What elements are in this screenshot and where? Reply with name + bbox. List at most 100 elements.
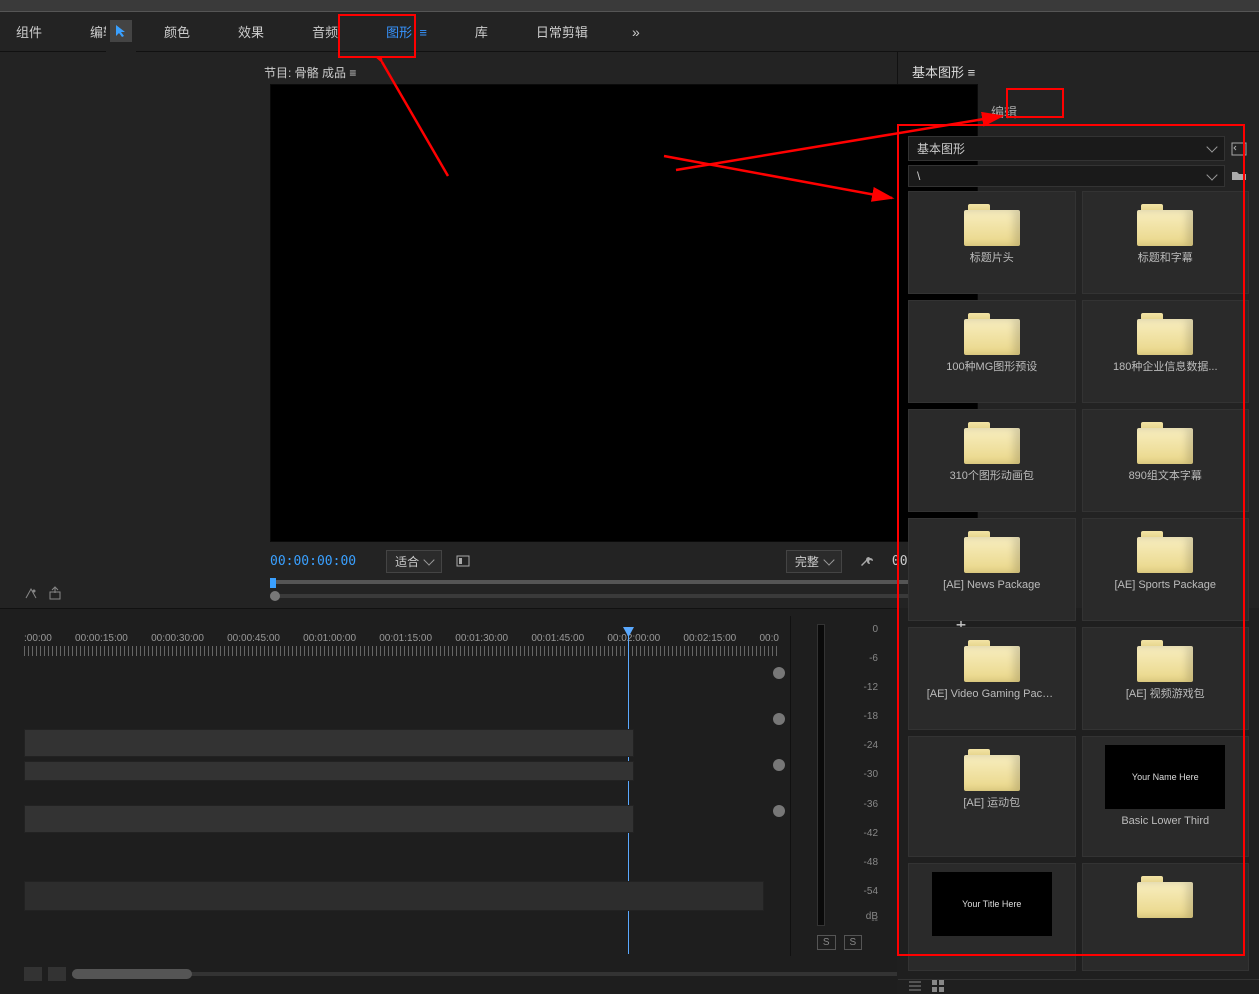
marker-dot[interactable] (773, 667, 785, 679)
program-title: 节目: 骨骼 成品 ≡ (264, 64, 356, 81)
video-track-clip[interactable] (24, 729, 634, 757)
chevron-down-icon (1206, 141, 1217, 152)
folder-icon (1137, 636, 1193, 682)
template-card[interactable]: Your Name Here Basic Lower Third (1082, 736, 1250, 857)
menu-components[interactable]: 组件 (6, 16, 52, 47)
meter-tick: -6 (869, 653, 878, 664)
left-bottom-icons (24, 586, 62, 600)
menu-color[interactable]: 颜色 (154, 16, 200, 47)
template-thumbnail: Your Name Here (1105, 745, 1225, 809)
folder-icon (1137, 418, 1193, 464)
program-panel: 节目: 骨骼 成品 ≡ 00:00:00:00 适合 完整 00:02:04:0… (102, 52, 897, 608)
menu-overflow-icon[interactable]: » (626, 24, 646, 40)
meter-tick: -24 (864, 740, 878, 751)
template-card[interactable]: [AE] 视频游戏包 (1082, 627, 1250, 730)
snap-button[interactable] (24, 967, 42, 981)
scrub-bar[interactable] (270, 578, 978, 602)
menu-library[interactable]: 库 (465, 16, 498, 47)
timeline-bottom-bar (0, 964, 897, 984)
video-track-clip[interactable] (24, 761, 634, 781)
marker-dot[interactable] (773, 713, 785, 725)
template-card[interactable]: [AE] 运动包 (908, 736, 1076, 857)
template-label: 标题片头 (970, 252, 1014, 265)
meter-tick: -48 (864, 857, 878, 868)
folder-icon[interactable] (1231, 169, 1249, 183)
meter-tick: -42 (864, 828, 878, 839)
list-view-icon[interactable] (908, 980, 922, 992)
solo-left-button[interactable]: S (817, 935, 836, 950)
marker-dot[interactable] (773, 805, 785, 817)
ruler-label: 00:00:45:00 (227, 633, 280, 644)
ruler-label: 00:01:30:00 (455, 633, 508, 644)
solo-right-button[interactable]: S (844, 935, 863, 950)
ruler-label: 00:02:15:00 (683, 633, 736, 644)
template-label: Basic Lower Third (1121, 815, 1209, 828)
template-label: [AE] Video Gaming Pack... (927, 688, 1057, 701)
folder-icon (964, 418, 1020, 464)
title-bar-strip (0, 0, 1259, 12)
chevron-down-icon (1206, 169, 1217, 180)
zoom-fit-dropdown[interactable]: 适合 (386, 550, 442, 573)
template-label: 180种企业信息数据... (1113, 361, 1218, 374)
audio-track-clip[interactable] (24, 881, 764, 911)
selection-tool[interactable] (110, 20, 132, 42)
ruler-label: 00:00:15:00 (75, 633, 128, 644)
menu-effects[interactable]: 效果 (228, 16, 274, 47)
path-dropdown[interactable]: \ (908, 165, 1225, 187)
range-start-handle[interactable] (270, 591, 280, 601)
template-card[interactable] (1082, 863, 1250, 971)
quality-dropdown[interactable]: 完整 (786, 550, 842, 573)
expand-icon[interactable] (1231, 142, 1249, 156)
folder-icon (1137, 527, 1193, 573)
template-label: [AE] News Package (943, 579, 1040, 592)
meter-unit: dB (866, 911, 878, 922)
zoom-scrollbar[interactable] (72, 969, 192, 979)
template-card[interactable]: 100种MG图形预设 (908, 300, 1076, 403)
menu-graphics[interactable]: 图形 ≡ (376, 16, 437, 47)
safe-margin-icon[interactable] (456, 555, 470, 567)
playhead-marker[interactable] (270, 578, 276, 588)
program-monitor[interactable] (270, 84, 978, 542)
meter-tick: 0 (872, 624, 878, 635)
meter-tick: -36 (864, 799, 878, 810)
ruler-label: :00:00 (24, 633, 52, 644)
marker-dot[interactable] (773, 759, 785, 771)
tab-edit[interactable]: 编辑 (972, 95, 1036, 128)
grid-view-icon[interactable] (932, 980, 944, 992)
panel-footer (898, 979, 1259, 992)
template-card[interactable]: 标题片头 (908, 191, 1076, 294)
meter-track (817, 624, 825, 926)
export-icon[interactable] (48, 586, 62, 600)
wrench-icon[interactable] (860, 554, 874, 568)
chevron-down-icon (423, 554, 434, 565)
monitor-controls: 00:00:00:00 适合 完整 00:02:04:07 (270, 548, 978, 574)
category-dropdown[interactable]: 基本图形 (908, 136, 1225, 161)
template-label: 标题和字幕 (1138, 252, 1193, 265)
menu-daily-edit[interactable]: 日常剪辑 (526, 16, 598, 47)
template-card[interactable]: 标题和字幕 (1082, 191, 1250, 294)
new-item-icon[interactable] (24, 586, 38, 600)
timecode-current[interactable]: 00:00:00:00 (270, 554, 356, 569)
template-card[interactable]: 310个图形动画包 (908, 409, 1076, 512)
template-card[interactable]: Your Title Here (908, 863, 1076, 971)
template-label: 890组文本字幕 (1129, 470, 1202, 483)
left-gutter (0, 52, 102, 608)
workspace-menu: 组件 编辑 颜色 效果 音频 图形 ≡ 库 日常剪辑 » (0, 12, 1259, 52)
essential-graphics-panel: 基本图形 ≡ 浏览 编辑 基本图形 \ 标题片头标题和字幕100种MG图形预设1… (897, 52, 1259, 608)
folder-icon (964, 309, 1020, 355)
timeline-ruler[interactable]: :00:0000:00:15:0000:00:30:0000:00:45:000… (24, 633, 779, 661)
template-card[interactable]: [AE] Sports Package (1082, 518, 1250, 621)
template-card[interactable]: [AE] News Package (908, 518, 1076, 621)
template-card[interactable]: 890组文本字幕 (1082, 409, 1250, 512)
template-label: [AE] Sports Package (1115, 579, 1217, 592)
link-button[interactable] (48, 967, 66, 981)
template-card[interactable]: 180种企业信息数据... (1082, 300, 1250, 403)
audio-track-clip[interactable] (24, 805, 634, 833)
template-label: [AE] 视频游戏包 (1126, 688, 1205, 701)
meter-tick: -54 (864, 886, 878, 897)
clip-end-markers (773, 667, 785, 817)
template-card[interactable]: [AE] Video Gaming Pack... (908, 627, 1076, 730)
folder-icon (964, 636, 1020, 682)
menu-audio[interactable]: 音频 (302, 16, 348, 47)
folder-icon (1137, 872, 1193, 918)
